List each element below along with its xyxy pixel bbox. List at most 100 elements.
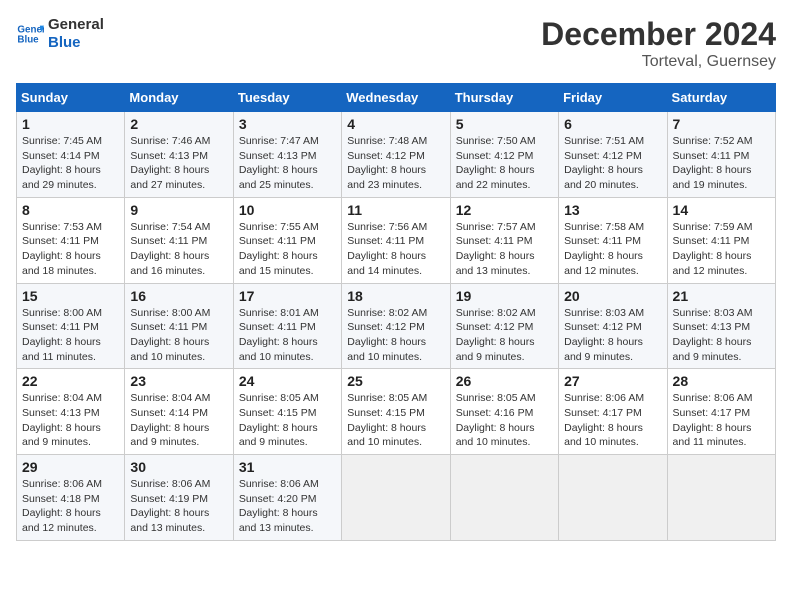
calendar-cell: 25 Sunrise: 8:05 AMSunset: 4:15 PMDayligh… (342, 369, 450, 455)
day-number: 25 (347, 373, 444, 389)
day-info: Sunrise: 8:05 AMSunset: 4:15 PMDaylight:… (347, 391, 444, 450)
day-info: Sunrise: 8:06 AMSunset: 4:20 PMDaylight:… (239, 477, 336, 536)
calendar-cell: 31 Sunrise: 8:06 AMSunset: 4:20 PMDayligh… (233, 455, 341, 541)
day-info: Sunrise: 7:56 AMSunset: 4:11 PMDaylight:… (347, 220, 444, 279)
day-info: Sunrise: 7:54 AMSunset: 4:11 PMDaylight:… (130, 220, 227, 279)
calendar-week-5: 29 Sunrise: 8:06 AMSunset: 4:18 PMDayligh… (17, 455, 776, 541)
day-number: 8 (22, 202, 119, 218)
day-number: 13 (564, 202, 661, 218)
col-header-tuesday: Tuesday (233, 84, 341, 112)
day-info: Sunrise: 7:57 AMSunset: 4:11 PMDaylight:… (456, 220, 553, 279)
day-info: Sunrise: 8:06 AMSunset: 4:17 PMDaylight:… (564, 391, 661, 450)
day-number: 22 (22, 373, 119, 389)
day-number: 15 (22, 288, 119, 304)
day-number: 24 (239, 373, 336, 389)
calendar-cell: 21 Sunrise: 8:03 AMSunset: 4:13 PMDayligh… (667, 283, 775, 369)
calendar-cell (667, 455, 775, 541)
calendar-cell: 19Sunrise: 8:02 AMSunset: 4:12 PMDayligh… (450, 283, 558, 369)
day-info: Sunrise: 8:06 AMSunset: 4:17 PMDaylight:… (673, 391, 770, 450)
day-info: Sunrise: 7:55 AMSunset: 4:11 PMDaylight:… (239, 220, 336, 279)
calendar-week-2: 8 Sunrise: 7:53 AMSunset: 4:11 PMDaylight… (17, 197, 776, 283)
calendar-cell: 27 Sunrise: 8:06 AMSunset: 4:17 PMDayligh… (559, 369, 667, 455)
calendar-cell: 20 Sunrise: 8:03 AMSunset: 4:12 PMDayligh… (559, 283, 667, 369)
day-info: Sunrise: 7:47 AMSunset: 4:13 PMDaylight:… (239, 134, 336, 193)
day-number: 17 (239, 288, 336, 304)
day-info: Sunrise: 8:01 AMSunset: 4:11 PMDaylight:… (239, 306, 336, 365)
day-number: 16 (130, 288, 227, 304)
calendar-cell (342, 455, 450, 541)
day-info: Sunrise: 8:06 AMSunset: 4:18 PMDaylight:… (22, 477, 119, 536)
day-info: Sunrise: 7:59 AMSunset: 4:11 PMDaylight:… (673, 220, 770, 279)
calendar-cell: 15 Sunrise: 8:00 AMSunset: 4:11 PMDayligh… (17, 283, 125, 369)
day-number: 31 (239, 459, 336, 475)
day-number: 9 (130, 202, 227, 218)
day-info: Sunrise: 7:50 AMSunset: 4:12 PMDaylight:… (456, 134, 553, 193)
col-header-sunday: Sunday (17, 84, 125, 112)
calendar-week-1: 1 Sunrise: 7:45 AMSunset: 4:14 PMDaylight… (17, 112, 776, 198)
calendar-cell: 23Sunrise: 8:04 AMSunset: 4:14 PMDayligh… (125, 369, 233, 455)
day-info: Sunrise: 7:51 AMSunset: 4:12 PMDaylight:… (564, 134, 661, 193)
day-info: Sunrise: 8:00 AMSunset: 4:11 PMDaylight:… (22, 306, 119, 365)
day-info: Sunrise: 7:45 AMSunset: 4:14 PMDaylight:… (22, 134, 119, 193)
col-header-monday: Monday (125, 84, 233, 112)
day-info: Sunrise: 8:03 AMSunset: 4:12 PMDaylight:… (564, 306, 661, 365)
day-number: 29 (22, 459, 119, 475)
month-year: December 2024 (541, 16, 776, 53)
calendar-cell: 6 Sunrise: 7:51 AMSunset: 4:12 PMDaylight… (559, 112, 667, 198)
calendar-cell: 7 Sunrise: 7:52 AMSunset: 4:11 PMDaylight… (667, 112, 775, 198)
day-number: 4 (347, 116, 444, 132)
day-number: 28 (673, 373, 770, 389)
calendar-week-4: 22 Sunrise: 8:04 AMSunset: 4:13 PMDayligh… (17, 369, 776, 455)
day-number: 2 (130, 116, 227, 132)
calendar-cell: 26Sunrise: 8:05 AMSunset: 4:16 PMDayligh… (450, 369, 558, 455)
calendar-cell: 22 Sunrise: 8:04 AMSunset: 4:13 PMDayligh… (17, 369, 125, 455)
day-info: Sunrise: 8:04 AMSunset: 4:13 PMDaylight:… (22, 391, 119, 450)
day-number: 1 (22, 116, 119, 132)
day-number: 27 (564, 373, 661, 389)
day-number: 10 (239, 202, 336, 218)
calendar-cell: 13 Sunrise: 7:58 AMSunset: 4:11 PMDayligh… (559, 197, 667, 283)
day-number: 30 (130, 459, 227, 475)
day-info: Sunrise: 8:06 AMSunset: 4:19 PMDaylight:… (130, 477, 227, 536)
day-number: 20 (564, 288, 661, 304)
calendar-cell: 5Sunrise: 7:50 AMSunset: 4:12 PMDaylight… (450, 112, 558, 198)
calendar-cell: 24Sunrise: 8:05 AMSunset: 4:15 PMDayligh… (233, 369, 341, 455)
calendar-week-3: 15 Sunrise: 8:00 AMSunset: 4:11 PMDayligh… (17, 283, 776, 369)
day-number: 6 (564, 116, 661, 132)
calendar-cell (450, 455, 558, 541)
calendar-cell: 16 Sunrise: 8:00 AMSunset: 4:11 PMDayligh… (125, 283, 233, 369)
calendar-cell: 29 Sunrise: 8:06 AMSunset: 4:18 PMDayligh… (17, 455, 125, 541)
calendar-cell: 8 Sunrise: 7:53 AMSunset: 4:11 PMDaylight… (17, 197, 125, 283)
day-number: 14 (673, 202, 770, 218)
calendar-cell (559, 455, 667, 541)
day-number: 18 (347, 288, 444, 304)
day-info: Sunrise: 8:00 AMSunset: 4:11 PMDaylight:… (130, 306, 227, 365)
day-info: Sunrise: 7:46 AMSunset: 4:13 PMDaylight:… (130, 134, 227, 193)
calendar-cell: 14 Sunrise: 7:59 AMSunset: 4:11 PMDayligh… (667, 197, 775, 283)
calendar-cell: 9 Sunrise: 7:54 AMSunset: 4:11 PMDaylight… (125, 197, 233, 283)
calendar-cell: 10 Sunrise: 7:55 AMSunset: 4:11 PMDayligh… (233, 197, 341, 283)
day-info: Sunrise: 7:53 AMSunset: 4:11 PMDaylight:… (22, 220, 119, 279)
day-info: Sunrise: 8:04 AMSunset: 4:14 PMDaylight:… (130, 391, 227, 450)
day-number: 12 (456, 202, 553, 218)
svg-text:Blue: Blue (17, 34, 39, 45)
day-number: 7 (673, 116, 770, 132)
logo: General Blue General Blue (16, 16, 104, 52)
page-header: General Blue General Blue December 2024 … (16, 16, 776, 71)
day-number: 11 (347, 202, 444, 218)
day-info: Sunrise: 8:03 AMSunset: 4:13 PMDaylight:… (673, 306, 770, 365)
calendar-cell: 18 Sunrise: 8:02 AMSunset: 4:12 PMDayligh… (342, 283, 450, 369)
day-info: Sunrise: 8:02 AMSunset: 4:12 PMDaylight:… (347, 306, 444, 365)
calendar-cell: 2 Sunrise: 7:46 AMSunset: 4:13 PMDaylight… (125, 112, 233, 198)
day-info: Sunrise: 7:48 AMSunset: 4:12 PMDaylight:… (347, 134, 444, 193)
day-info: Sunrise: 8:05 AMSunset: 4:16 PMDaylight:… (456, 391, 553, 450)
col-header-saturday: Saturday (667, 84, 775, 112)
calendar-cell: 12 Sunrise: 7:57 AMSunset: 4:11 PMDayligh… (450, 197, 558, 283)
day-number: 19 (456, 288, 553, 304)
day-number: 21 (673, 288, 770, 304)
day-info: Sunrise: 7:58 AMSunset: 4:11 PMDaylight:… (564, 220, 661, 279)
day-info: Sunrise: 7:52 AMSunset: 4:11 PMDaylight:… (673, 134, 770, 193)
calendar-cell: 17 Sunrise: 8:01 AMSunset: 4:11 PMDayligh… (233, 283, 341, 369)
calendar-body: 1 Sunrise: 7:45 AMSunset: 4:14 PMDaylight… (17, 112, 776, 541)
calendar-table: SundayMondayTuesdayWednesdayThursdayFrid… (16, 83, 776, 541)
